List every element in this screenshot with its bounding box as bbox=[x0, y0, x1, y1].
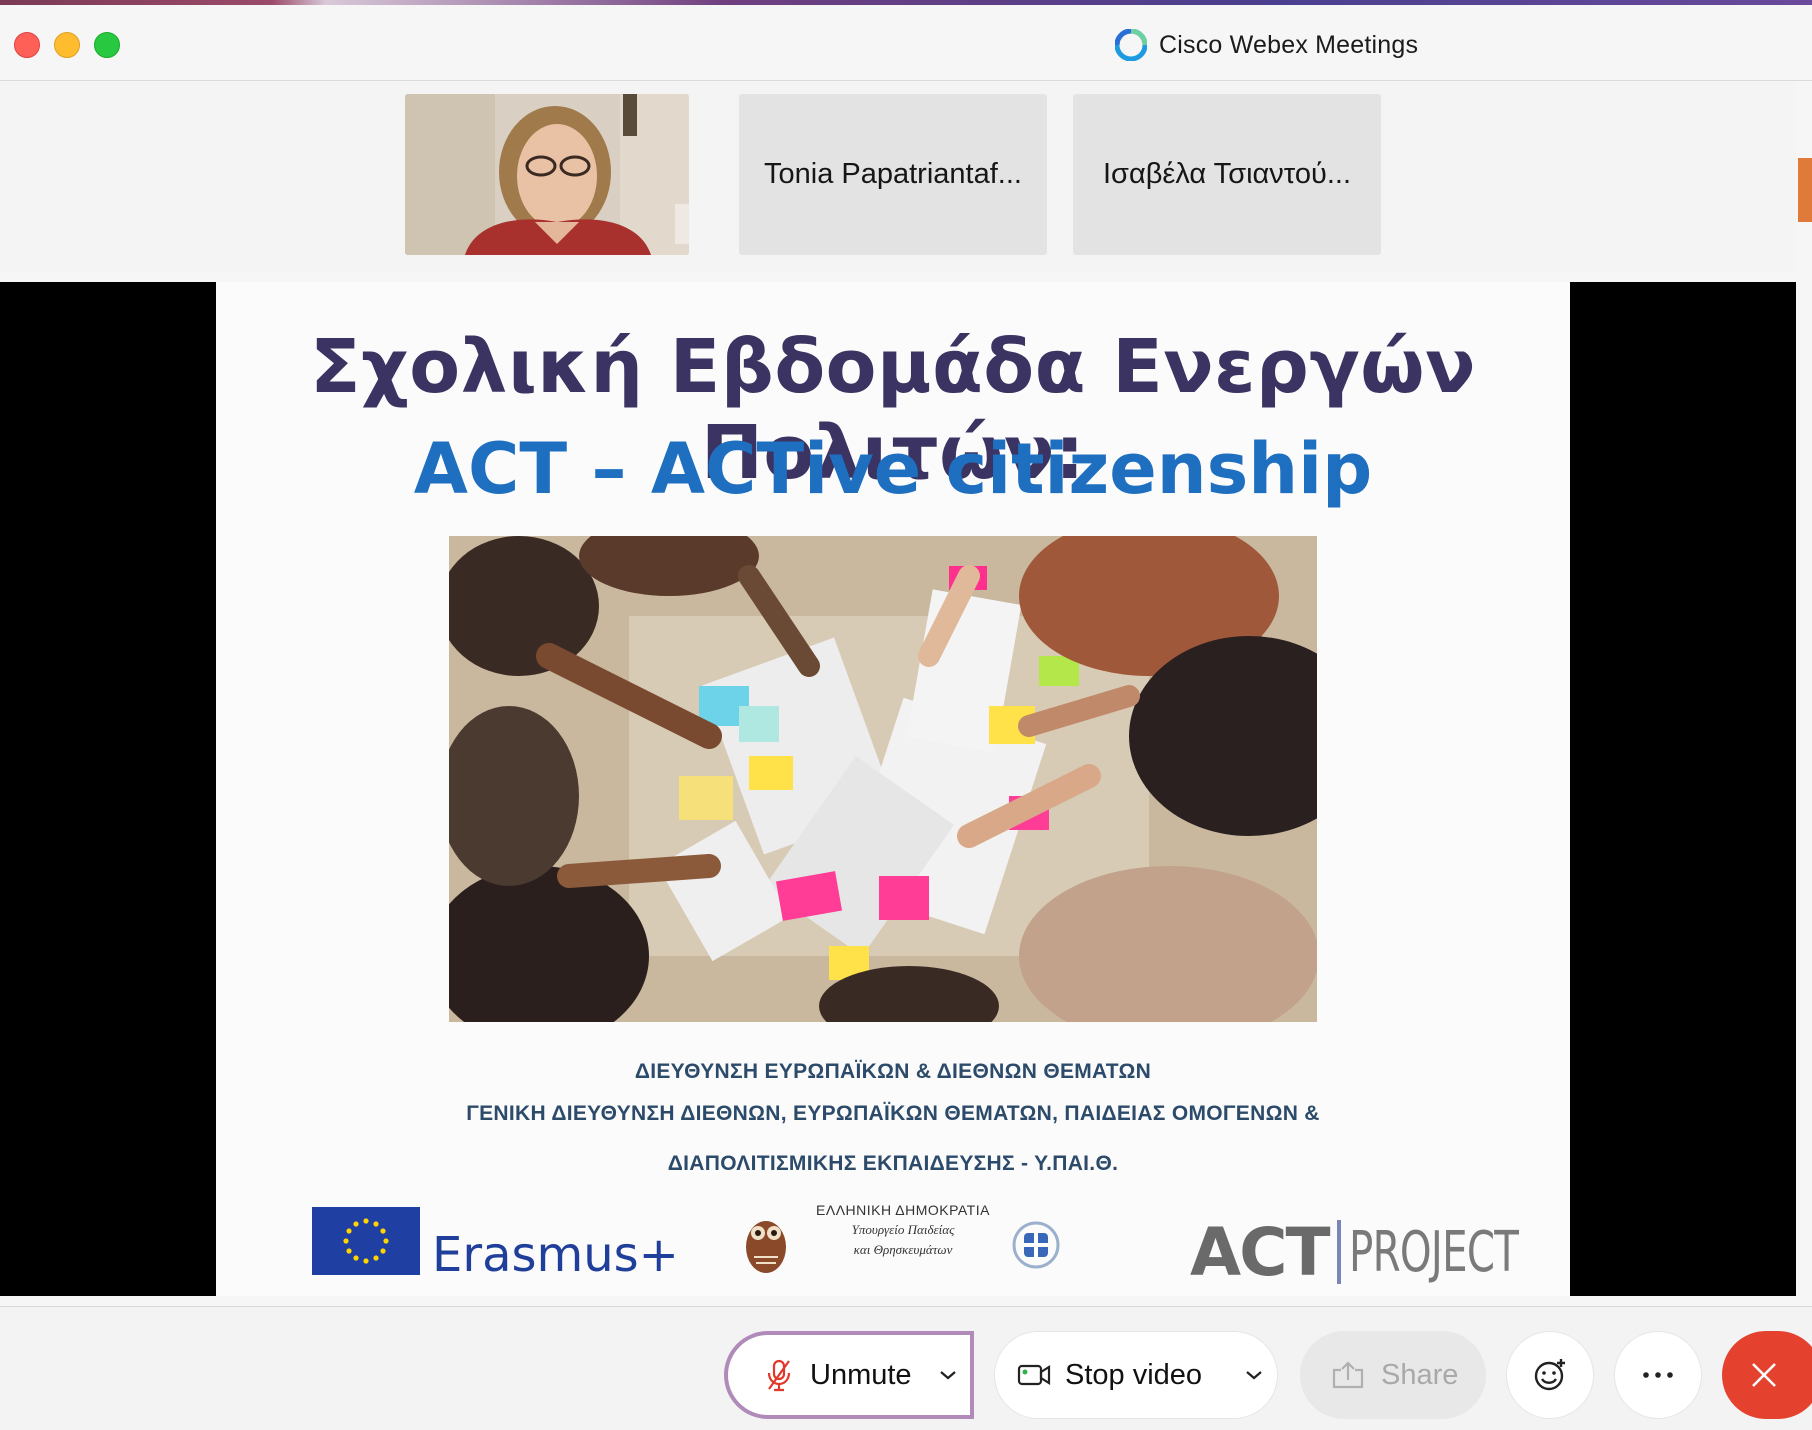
participant-tile[interactable]: Ισαβέλα Τσιαντού... bbox=[1073, 94, 1381, 255]
act-logo-light: PROJECT bbox=[1348, 1219, 1519, 1285]
more-options-button[interactable] bbox=[1614, 1331, 1702, 1419]
webex-logo-icon bbox=[1115, 29, 1147, 61]
participant-name: Tonia Papatriantaf... bbox=[764, 158, 1022, 190]
act-logo-bold: ACT bbox=[1190, 1213, 1331, 1291]
slide-subtitle: ACT – ACTive citizenship bbox=[413, 428, 1373, 510]
slide-photo bbox=[449, 536, 1317, 1022]
group-collage-image bbox=[449, 536, 1317, 1022]
reactions-button[interactable] bbox=[1506, 1331, 1594, 1419]
window-minimize-button[interactable] bbox=[54, 32, 80, 58]
participant-strip: Tonia Papatriantaf... Ισαβέλα Τσιαντού..… bbox=[0, 82, 1796, 272]
close-icon bbox=[1752, 1363, 1776, 1387]
share-label: Share bbox=[1381, 1358, 1459, 1391]
ministry-text: ΕΛΛΗΝΙΚΗ ΔΗΜΟΚΡΑΤΙΑ Υπουργείο Παιδείας κ… bbox=[798, 1202, 1008, 1258]
side-panel-tab[interactable] bbox=[1798, 158, 1812, 222]
participant-tile[interactable]: Tonia Papatriantaf... bbox=[739, 94, 1047, 255]
participant-name: Ισαβέλα Τσιαντού... bbox=[1102, 158, 1352, 190]
chevron-down-icon[interactable] bbox=[1245, 1362, 1263, 1388]
webex-window: Cisco Webex Meetings Tonia Papatriantaf.… bbox=[0, 0, 1812, 1430]
owl-icon bbox=[746, 1221, 786, 1273]
meeting-controls-bar: Unmute Stop video Share bbox=[0, 1306, 1812, 1430]
greek-ministry-logo: ΕΛΛΗΝΙΚΗ ΔΗΜΟΚΡΑΤΙΑ Υπουργείο Παιδείας κ… bbox=[736, 1202, 1066, 1282]
logo-row: Erasmus+ ΕΛΛΗΝΙΚΗ ΔΗΜΟΚΡΑΤΙΑ Υπουργείο Π… bbox=[216, 1192, 1570, 1292]
audio-options-button[interactable] bbox=[924, 1331, 972, 1419]
ministry-line-3: και Θρησκευμάτων bbox=[853, 1242, 953, 1257]
camera-icon bbox=[1017, 1364, 1051, 1386]
participant-video-tile[interactable] bbox=[405, 94, 689, 255]
org-line-2: ΓΕΝΙΚΗ ΔΙΕΥΘΥΝΣΗ ΔΙΕΘΝΩΝ, ΕΥΡΩΠΑΪΚΩΝ ΘΕΜ… bbox=[466, 1102, 1320, 1125]
app-title: Cisco Webex Meetings bbox=[1115, 27, 1418, 63]
presentation-slide: Σχολική Εβδομάδα Ενεργών Πολιτών: ACT – … bbox=[216, 282, 1570, 1296]
stop-video-button[interactable]: Stop video bbox=[994, 1331, 1278, 1419]
participant-video-feed bbox=[405, 94, 689, 255]
window-close-button[interactable] bbox=[14, 32, 40, 58]
share-button[interactable]: Share bbox=[1300, 1331, 1486, 1419]
act-logo-divider bbox=[1336, 1220, 1341, 1284]
window-maximize-button[interactable] bbox=[94, 32, 120, 58]
title-bar: Cisco Webex Meetings bbox=[0, 5, 1812, 81]
more-icon bbox=[1643, 1372, 1673, 1378]
shared-content-area: Σχολική Εβδομάδα Ενεργών Πολιτών: ACT – … bbox=[0, 282, 1796, 1296]
act-project-logo: ACT PROJECT bbox=[1190, 1214, 1584, 1291]
ministry-line-2: Υπουργείο Παιδείας bbox=[851, 1222, 955, 1237]
chevron-down-icon bbox=[940, 1371, 956, 1380]
ministry-line-1: ΕΛΛΗΝΙΚΗ ΔΗΜΟΚΡΑΤΙΑ bbox=[816, 1202, 990, 1218]
end-meeting-button[interactable] bbox=[1722, 1331, 1812, 1419]
stop-video-label: Stop video bbox=[1065, 1358, 1203, 1391]
emoji-icon bbox=[1534, 1359, 1565, 1391]
app-title-text: Cisco Webex Meetings bbox=[1159, 30, 1419, 59]
erasmus-logo-text: Erasmus+ bbox=[432, 1227, 679, 1283]
share-screen-icon bbox=[1332, 1361, 1364, 1389]
greek-emblem-icon bbox=[1012, 1221, 1060, 1269]
org-line-1: ΔΙΕΥΘΥΝΣΗ ΕΥΡΩΠΑΪΚΩΝ & ΔΙΕΘΝΩΝ ΘΕΜΑΤΩΝ bbox=[634, 1060, 1152, 1083]
eu-flag-icon bbox=[312, 1207, 420, 1275]
org-line-3: ΔΙΑΠΟΛΙΤΙΣΜΙΚΗΣ ΕΚΠΑΙΔΕΥΣΗΣ - Υ.ΠΑΙ.Θ. bbox=[667, 1152, 1119, 1175]
mic-muted-icon bbox=[767, 1359, 791, 1392]
unmute-label: Unmute bbox=[810, 1358, 912, 1391]
